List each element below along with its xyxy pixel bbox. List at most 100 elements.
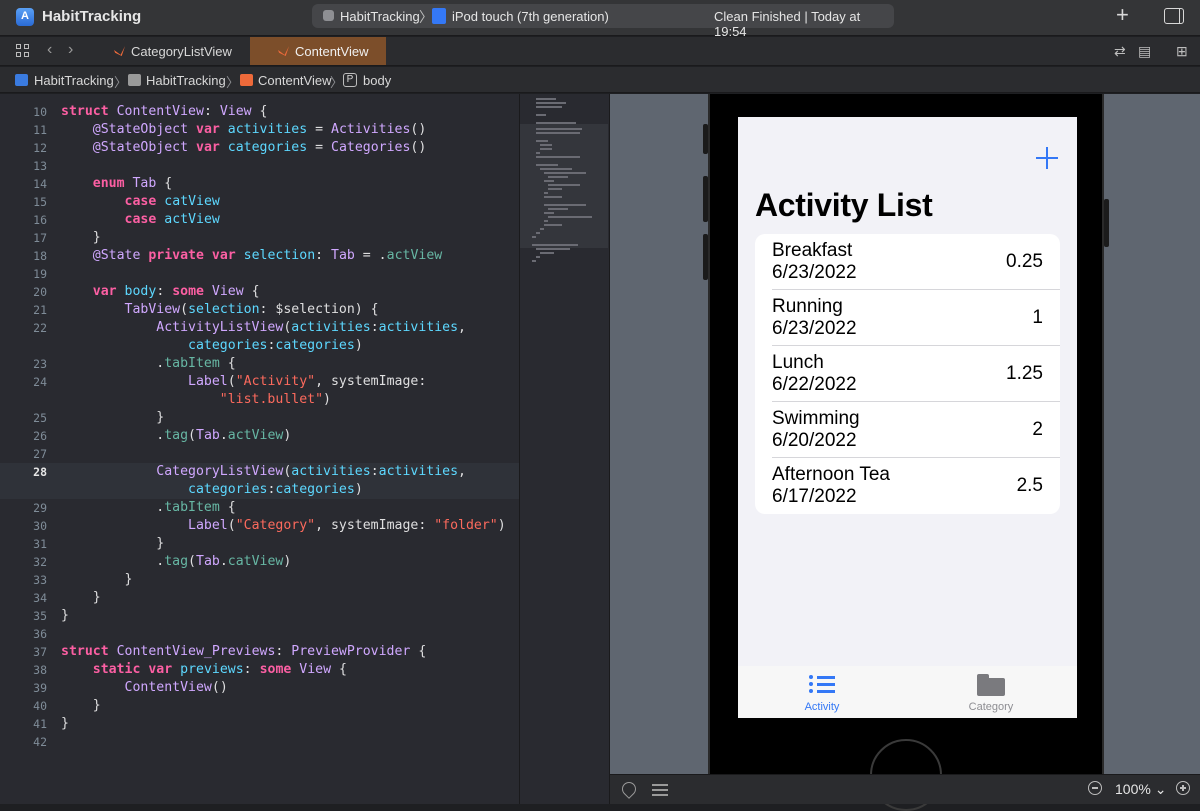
code-text[interactable]: } [61,589,101,607]
code-line[interactable]: 17 } [0,229,519,247]
add-activity-button[interactable] [1036,147,1058,169]
swap-editor-icon[interactable]: ⇄ [1114,43,1126,60]
code-line[interactable]: 11 @StateObject var activities = Activit… [0,121,519,139]
code-line[interactable]: 42 [0,733,519,751]
code-text[interactable]: static var previews: some View { [61,661,347,679]
scheme-name[interactable]: HabitTracking [340,9,420,24]
code-line[interactable]: 32 .tag(Tab.catView) [0,553,519,571]
breadcrumb-project[interactable]: HabitTracking [34,73,114,88]
code-text[interactable]: .tabItem { [61,355,235,373]
code-line[interactable]: 35} [0,607,519,625]
source-editor[interactable]: 10 struct ContentView: View {11 @StateObj… [0,94,519,804]
code-line[interactable]: 30 Label("Category", systemImage: "folde… [0,517,519,535]
code-line[interactable]: 19 [0,265,519,283]
toggle-inspector-button[interactable] [1164,8,1184,24]
activity-row[interactable]: Afternoon Tea 6/17/2022 2.5 [755,458,1060,514]
activity-row[interactable]: Lunch 6/22/2022 1.25 [755,346,1060,402]
zoom-in-icon[interactable] [1176,781,1190,795]
code-text[interactable]: @StateObject var categories = Categories… [61,139,427,157]
code-text[interactable]: .tag(Tab.catView) [61,553,291,571]
code-text[interactable]: case catView [61,193,220,211]
code-line[interactable]: 24 Label("Activity", systemImage: [0,373,519,391]
code-text[interactable]: categories:categories) [61,481,363,499]
code-text[interactable]: struct ContentView: View { [61,103,267,121]
tab-categorylistview[interactable]: CategoryListView [100,37,250,65]
breadcrumb-group[interactable]: HabitTracking [146,73,226,88]
code-line[interactable]: 36 [0,625,519,643]
code-text[interactable]: } [61,607,69,625]
code-text[interactable]: .tag(Tab.actView) [61,427,291,445]
code-text[interactable]: Label("Activity", systemImage: [61,373,426,391]
code-text[interactable]: categories:categories) [61,337,363,355]
code-line[interactable]: 37 struct ContentView_Previews: PreviewPr… [0,643,519,661]
code-text[interactable]: @StateObject var activities = Activities… [61,121,427,139]
tab-category[interactable]: Category [941,672,1041,718]
code-text[interactable]: } [61,409,164,427]
code-text[interactable]: Label("Category", systemImage: "folder") [61,517,506,535]
code-text[interactable]: } [61,229,101,247]
code-line[interactable]: 26 .tag(Tab.actView) [0,427,519,445]
code-line[interactable]: 41} [0,715,519,733]
activity-row[interactable]: Breakfast 6/23/2022 0.25 [755,234,1060,290]
code-text[interactable]: .tabItem { [61,499,235,517]
sliders-icon[interactable] [652,783,668,797]
code-line[interactable]: 10 struct ContentView: View { [0,103,519,121]
code-line[interactable]: 40 } [0,697,519,715]
editor-options-icon[interactable]: ▤ [1138,43,1151,60]
code-text[interactable]: } [61,715,69,733]
breadcrumb-symbol[interactable]: body [363,73,391,88]
code-text[interactable]: @State private var selection: Tab = .act… [61,247,442,265]
code-text[interactable]: } [61,535,164,553]
code-line[interactable]: 22 ActivityListView(activities:activitie… [0,319,519,337]
code-line[interactable]: 20 var body: some View { [0,283,519,301]
code-line[interactable]: 39 ContentView() [0,679,519,697]
zoom-level[interactable]: 100% ⌄ [1115,781,1166,798]
code-line[interactable]: 18 @State private var selection: Tab = .… [0,247,519,265]
code-text[interactable]: case actView [61,211,220,229]
preview-canvas[interactable]: Activity List Breakfast 6/23/2022 0.25 Runn… [609,94,1200,811]
code-text[interactable]: var body: some View { [61,283,260,301]
code-line[interactable]: "list.bullet") [0,391,519,409]
add-editor-icon[interactable]: ⊞ [1176,43,1188,60]
tab-activity[interactable]: Activity [772,672,872,718]
code-line[interactable]: 34 } [0,589,519,607]
code-line[interactable]: 31 } [0,535,519,553]
code-text[interactable]: CategoryListView(activities:activities, [61,463,466,481]
activity-row[interactable]: Swimming 6/20/2022 2 [755,402,1060,458]
related-items-grid-icon[interactable] [16,44,30,58]
code-line[interactable]: 27 [0,445,519,463]
code-text[interactable]: "list.bullet") [61,391,331,409]
code-text[interactable]: } [61,697,101,715]
zoom-out-icon[interactable] [1088,781,1102,795]
code-line[interactable]: categories:categories) [0,337,519,355]
code-text[interactable]: ActivityListView(activities:activities, [61,319,466,337]
activity-list[interactable]: Breakfast 6/23/2022 0.25 Running 6/23/2022 1 L… [755,234,1060,514]
code-line[interactable]: 16 case actView [0,211,519,229]
minimap-visible-region[interactable] [520,124,608,248]
code-line[interactable]: 29 .tabItem { [0,499,519,517]
code-line[interactable]: 21 TabView(selection: $selection) { [0,301,519,319]
code-line[interactable]: 12 @StateObject var categories = Categor… [0,139,519,157]
run-destination[interactable]: iPod touch (7th generation) [452,9,609,24]
code-line[interactable]: 13 [0,157,519,175]
forward-button[interactable]: › [68,41,73,59]
scheme-selector[interactable]: HabitTracking 〉 iPod touch (7th generati… [312,4,894,39]
activity-row[interactable]: Running 6/23/2022 1 [755,290,1060,346]
code-text[interactable]: TabView(selection: $selection) { [61,301,379,319]
code-line[interactable]: categories:categories) [0,481,519,499]
project-title[interactable]: HabitTracking [42,8,141,25]
add-library-button[interactable]: + [1116,4,1129,26]
code-line[interactable]: 28 CategoryListView(activities:activitie… [0,463,519,481]
back-button[interactable]: ‹ [47,41,52,59]
code-text[interactable]: ContentView() [61,679,228,697]
code-line[interactable]: 33 } [0,571,519,589]
code-line[interactable]: 38 static var previews: some View { [0,661,519,679]
code-text[interactable]: struct ContentView_Previews: PreviewProv… [61,643,426,661]
code-text[interactable]: enum Tab { [61,175,172,193]
code-text[interactable]: } [61,571,133,589]
breadcrumb-file[interactable]: ContentView [258,73,331,88]
minimap[interactable] [519,94,609,804]
code-line[interactable]: 15 case catView [0,193,519,211]
pin-icon[interactable] [619,779,639,799]
code-line[interactable]: 23 .tabItem { [0,355,519,373]
